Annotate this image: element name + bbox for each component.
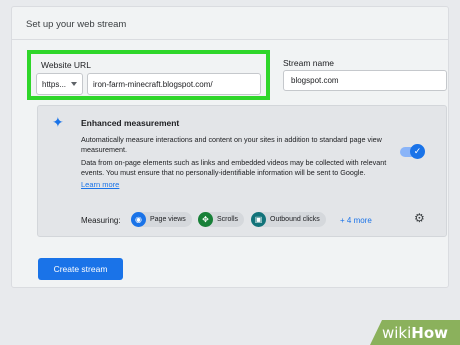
enhanced-measurement-description: Automatically measure interactions and c… bbox=[81, 135, 382, 154]
chip-outbound-clicks: ▣ Outbound clicks bbox=[251, 212, 326, 227]
chip-page-views: ◉ Page views bbox=[131, 212, 192, 227]
web-stream-card: Set up your web stream Website URL https… bbox=[11, 6, 449, 288]
stream-name-input[interactable]: blogspot.com bbox=[283, 70, 447, 91]
sparkle-icon: ✦ bbox=[52, 114, 64, 130]
enhanced-measurement-toggle[interactable]: ✓ bbox=[400, 144, 425, 159]
enhanced-measurement-note: Data from on-page elements such as links… bbox=[81, 158, 387, 177]
website-url-highlight: Website URL https... iron-farm-minecraft… bbox=[27, 50, 270, 100]
move-icon: ✥ bbox=[198, 212, 213, 227]
divider bbox=[12, 39, 448, 40]
check-icon: ✓ bbox=[410, 144, 425, 159]
gear-icon[interactable]: ⚙ bbox=[414, 212, 425, 224]
card-title: Set up your web stream bbox=[26, 19, 127, 30]
wikihow-watermark: wiki How bbox=[370, 320, 460, 345]
enhanced-measurement-panel: ✦ Enhanced measurement Automatically mea… bbox=[37, 105, 447, 237]
chip-label: Scrolls bbox=[217, 216, 239, 223]
website-url-input[interactable]: iron-farm-minecraft.blogspot.com/ bbox=[87, 73, 261, 95]
watermark-wiki: wiki bbox=[381, 323, 412, 342]
measuring-label: Measuring: bbox=[81, 216, 121, 225]
chip-label: Outbound clicks bbox=[270, 216, 320, 223]
stream-name-label: Stream name bbox=[283, 58, 335, 68]
enhanced-measurement-title: Enhanced measurement bbox=[81, 118, 180, 128]
eye-icon: ◉ bbox=[131, 212, 146, 227]
protocol-value: https... bbox=[42, 79, 67, 89]
learn-more-link[interactable]: Learn more bbox=[81, 180, 119, 189]
watermark-how: How bbox=[411, 323, 448, 342]
more-events-link[interactable]: + 4 more bbox=[340, 216, 372, 225]
chevron-down-icon bbox=[71, 82, 77, 86]
create-stream-button[interactable]: Create stream bbox=[38, 258, 123, 280]
lock-icon: ▣ bbox=[251, 212, 266, 227]
website-url-label: Website URL bbox=[41, 60, 91, 70]
chip-scrolls: ✥ Scrolls bbox=[198, 212, 245, 227]
chip-label: Page views bbox=[150, 216, 186, 223]
protocol-select[interactable]: https... bbox=[36, 73, 83, 95]
